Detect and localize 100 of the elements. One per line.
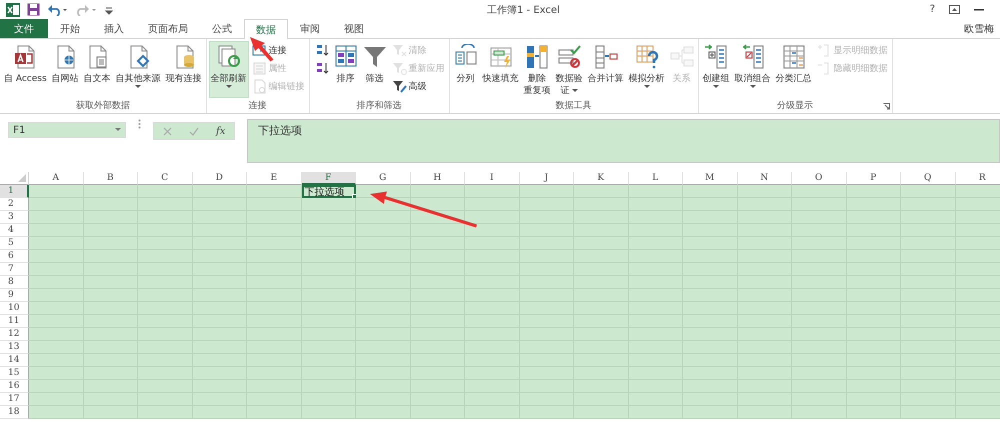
table-cell[interactable] <box>192 185 247 198</box>
row-header[interactable]: 11 <box>0 315 29 328</box>
enter-icon[interactable] <box>188 126 199 136</box>
row-header[interactable]: 12 <box>0 328 29 341</box>
table-cell[interactable] <box>628 406 683 419</box>
row-header[interactable]: 17 <box>0 393 29 406</box>
table-cell[interactable] <box>29 341 84 354</box>
table-cell[interactable] <box>846 406 901 419</box>
table-cell[interactable] <box>138 185 192 198</box>
row-header[interactable]: 2 <box>0 198 29 211</box>
row-header[interactable]: 15 <box>0 367 29 380</box>
ribbon-button[interactable]: 分类汇总 <box>774 41 814 98</box>
table-cell[interactable] <box>410 198 465 211</box>
row-header[interactable]: 10 <box>0 302 29 315</box>
table-cell[interactable] <box>465 406 520 419</box>
table-cell[interactable] <box>846 185 901 198</box>
ribbon-button[interactable]: 筛选 <box>360 41 389 98</box>
table-cell[interactable] <box>302 198 356 211</box>
table-cell[interactable] <box>29 237 84 250</box>
table-cell[interactable] <box>410 224 465 237</box>
table-cell[interactable] <box>465 224 520 237</box>
table-cell[interactable] <box>29 263 84 276</box>
row-header[interactable]: 18 <box>0 406 29 419</box>
minimize-icon[interactable] <box>974 8 984 10</box>
table-cell[interactable] <box>29 302 84 315</box>
ribbon-button[interactable]: 自其他来源 <box>114 41 163 98</box>
table-cell[interactable] <box>683 406 738 419</box>
file-tab[interactable]: 文件 <box>0 19 48 38</box>
table-cell[interactable] <box>192 406 247 419</box>
table-cell[interactable] <box>29 198 84 211</box>
table-cell[interactable] <box>29 276 84 289</box>
customize-toolbar-icon[interactable] <box>105 4 113 14</box>
table-cell[interactable] <box>956 406 1000 419</box>
table-cell[interactable] <box>628 185 683 198</box>
table-cell[interactable] <box>29 367 84 380</box>
row-header[interactable]: 7 <box>0 263 29 276</box>
insert-function-button[interactable]: fx <box>216 126 226 136</box>
row-header[interactable]: 1 <box>0 185 29 198</box>
table-cell[interactable]: 下拉选项 <box>302 185 356 198</box>
table-cell[interactable] <box>29 315 84 328</box>
column-header[interactable]: F <box>302 172 356 185</box>
save-icon[interactable] <box>27 3 40 16</box>
ribbon-tab[interactable]: 公式 <box>200 19 244 38</box>
table-cell[interactable] <box>574 185 628 198</box>
table-cell[interactable] <box>247 185 302 198</box>
redo-icon[interactable] <box>76 4 98 16</box>
ribbon-button[interactable]: 模拟分析 <box>626 41 667 98</box>
ribbon-button[interactable]: 排序 <box>332 41 360 98</box>
table-cell[interactable] <box>356 406 410 419</box>
ribbon-button[interactable]: 现有连接 <box>164 41 204 98</box>
table-cell[interactable] <box>465 211 520 224</box>
ribbon-tab[interactable]: 审阅 <box>288 19 332 38</box>
formula-field[interactable]: 下拉选项 <box>247 119 1000 163</box>
name-box[interactable]: F1 <box>8 122 126 138</box>
table-cell[interactable] <box>901 406 956 419</box>
table-cell[interactable] <box>29 250 84 263</box>
row-header[interactable]: 6 <box>0 250 29 263</box>
ribbon-button[interactable]: 全部刷新 <box>208 41 249 98</box>
table-cell[interactable] <box>683 185 738 198</box>
row-header[interactable]: 16 <box>0 380 29 393</box>
table-cell[interactable] <box>901 185 956 198</box>
table-cell[interactable] <box>84 185 138 198</box>
row-header[interactable]: 5 <box>0 237 29 250</box>
table-cell[interactable] <box>29 185 84 198</box>
table-cell[interactable] <box>792 185 846 198</box>
ribbon-button[interactable]: 取消组合 <box>732 41 773 98</box>
table-cell[interactable] <box>29 406 84 419</box>
help-button[interactable]: ? <box>930 4 935 15</box>
splitter-handle-icon[interactable] <box>138 119 141 129</box>
row-header[interactable]: 8 <box>0 276 29 289</box>
ribbon-button[interactable]: 数据验 证 <box>554 41 585 98</box>
ribbon-button[interactable]: 创建组 <box>700 41 732 98</box>
table-cell[interactable] <box>29 380 84 393</box>
ribbon-tab[interactable]: 插入 <box>92 19 136 38</box>
ribbon-tab[interactable]: 数据 <box>244 19 288 39</box>
ribbon-tab[interactable]: 页面布局 <box>136 19 200 38</box>
table-cell[interactable] <box>956 185 1000 198</box>
row-header[interactable]: 9 <box>0 289 29 302</box>
ribbon-button[interactable]: 高级 <box>390 78 447 95</box>
row-header[interactable]: 4 <box>0 224 29 237</box>
ribbon-button[interactable]: 合并计算 <box>586 41 626 98</box>
table-cell[interactable] <box>247 198 302 211</box>
ribbon-tab[interactable]: 视图 <box>332 19 376 38</box>
table-cell[interactable] <box>574 406 628 419</box>
row-header[interactable]: 14 <box>0 354 29 367</box>
table-cell[interactable] <box>520 185 574 198</box>
table-cell[interactable] <box>29 328 84 341</box>
row-header[interactable]: 3 <box>0 211 29 224</box>
row-header[interactable]: 13 <box>0 341 29 354</box>
table-cell[interactable] <box>738 406 792 419</box>
ribbon-button[interactable]: 自文本 <box>82 41 113 98</box>
table-cell[interactable] <box>29 224 84 237</box>
table-cell[interactable] <box>410 185 465 198</box>
ribbon-button[interactable]: 自网站 <box>50 41 81 98</box>
ribbon-tab[interactable]: 开始 <box>48 19 92 38</box>
table-cell[interactable] <box>29 289 84 302</box>
table-cell[interactable] <box>29 393 84 406</box>
table-cell[interactable] <box>84 406 138 419</box>
table-cell[interactable] <box>520 406 574 419</box>
ribbon-button[interactable]: 删除 重复项 <box>522 41 553 98</box>
